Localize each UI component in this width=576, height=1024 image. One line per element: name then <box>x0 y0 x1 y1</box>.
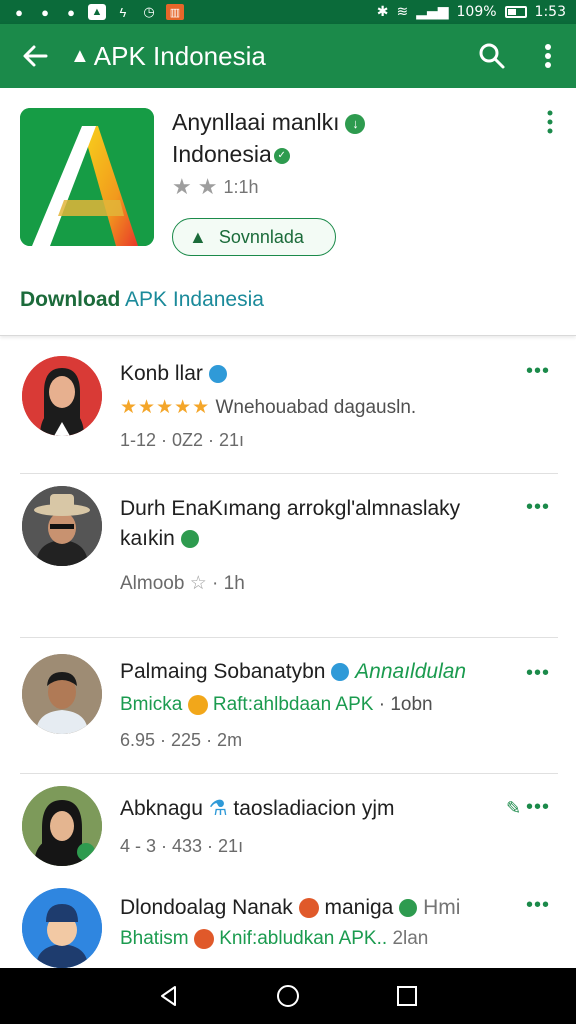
triangle-back-icon <box>161 986 177 1006</box>
battery-percent: 109% <box>456 4 497 20</box>
star-icon: ★ <box>197 174 218 199</box>
star-rating: ★★★★★ <box>120 397 211 418</box>
emoji-icon <box>193 928 214 949</box>
download-link-text: APK Indanesia <box>125 288 264 311</box>
review-item: Durh EnaKımang arrokgl'almnaslaky kaıkin… <box>0 474 576 638</box>
card-more-button[interactable] <box>538 110 562 141</box>
status-bar: ● ● ● ▲ ϟ ◷ ▥ ✱ ≋ ▂▄▆ 109% 1:53 <box>0 0 576 24</box>
overflow-menu-button[interactable] <box>520 24 576 88</box>
bluetooth-icon: ✱ <box>376 4 389 20</box>
app-name-line1: Anynllaai manlkı <box>172 109 340 135</box>
tree-icon: ▲ <box>189 226 207 247</box>
image-icon: ▲ <box>88 4 106 20</box>
install-button[interactable]: ▲ Sovnnlada <box>172 218 336 256</box>
search-icon <box>479 43 505 69</box>
verified-blue-icon <box>208 365 227 384</box>
review-author: Durh EnaKımang arrokgl'almnaslaky kaıkin <box>120 497 461 550</box>
review-meta: Almoob ☆ · 1h <box>120 573 245 594</box>
review-text: ★★★★★ Wnehouabad dagausln. <box>120 397 417 418</box>
app-icon: ● <box>67 4 75 20</box>
verified-small-icon: ✓ <box>273 147 290 164</box>
review-more-button[interactable]: ••• <box>526 796 550 819</box>
edit-icon[interactable]: ✎ <box>506 798 521 819</box>
review-author: Abknagu ⚗ taosladiacion yjm <box>120 797 395 820</box>
review-text: Bmicka Raft:ahlbdaan APK · 1obn <box>120 694 433 715</box>
avatar <box>22 486 102 566</box>
avatar <box>22 654 102 734</box>
review-item: Konb llar ★★★★★ Wnehouabad dagausln. 1-1… <box>0 336 576 474</box>
app-rating: ★ ★ 1:1h <box>172 174 259 200</box>
navigation-bar <box>0 968 576 1024</box>
app-name: Anynllaai manlkı ↓ Indonesia ✓ <box>172 106 512 170</box>
battery-icon <box>504 6 527 18</box>
avatar <box>22 786 102 866</box>
verified-green-icon <box>399 899 418 918</box>
search-button[interactable] <box>464 24 520 88</box>
app-rating-text: 1:1h <box>223 176 259 197</box>
more-vertical-icon <box>545 44 551 68</box>
signal-icon: ▂▄▆ <box>416 4 449 20</box>
back-button[interactable] <box>0 24 70 88</box>
back-arrow-icon <box>23 45 48 67</box>
wifi-icon: ≋ <box>396 4 409 20</box>
clock-time: 1:53 <box>534 4 566 20</box>
download-link-bold: Download <box>20 288 121 311</box>
star-icon: ★ <box>172 174 192 199</box>
review-item: Abknagu ⚗ taosladiacion yjm 4 - 3 · 433 … <box>0 774 576 886</box>
review-meta: 1-12 · 0Z2 · 21ı <box>120 430 245 450</box>
chat-icon: ● <box>15 4 23 20</box>
review-text: Bhatism Knif:abludkan APK.. 2lan <box>120 928 429 949</box>
page-title-text: APK Indonesia <box>93 40 266 71</box>
more-vertical-icon <box>547 110 553 134</box>
review-more-button[interactable]: ••• <box>526 496 550 519</box>
emoji-icon <box>298 898 319 919</box>
star-outline-icon: ☆ <box>189 573 207 594</box>
messenger-icon: ● <box>41 4 49 20</box>
review-author: Konb llar <box>120 362 227 386</box>
review-meta: 6.95 · 225 · 2m <box>120 730 243 750</box>
avatar <box>22 356 102 436</box>
emoji-icon <box>187 694 208 715</box>
app-name-line2: Indonesia <box>172 141 272 167</box>
verified-green-icon <box>180 530 199 549</box>
recents-square-icon <box>396 986 417 1006</box>
nav-recents-button[interactable] <box>379 968 435 1024</box>
flask-icon: ⚗ <box>208 797 228 820</box>
install-label: Sovnnlada <box>218 226 304 247</box>
review-more-button[interactable]: ••• <box>526 360 550 383</box>
review-more-button[interactable]: ••• <box>526 662 550 685</box>
nav-back-button[interactable] <box>141 968 197 1024</box>
page-title: ▲ APK Indonesia <box>70 41 266 72</box>
avatar <box>22 888 102 968</box>
review-list: Konb llar ★★★★★ Wnehouabad dagausln. 1-1… <box>0 336 576 968</box>
app-bar: ▲ APK Indonesia <box>0 24 576 88</box>
review-meta: 4 - 3 · 433 · 21ı <box>120 836 244 856</box>
review-item: Dlondoalag Nanak maniga Hmi Bhatism Knif… <box>0 886 576 968</box>
apk-logo-icon: ▲ <box>70 44 90 67</box>
chart-icon: ▥ <box>166 4 184 20</box>
verified-icon: ↓ <box>345 113 366 134</box>
download-link[interactable]: Download APK Indanesia <box>20 288 264 312</box>
review-author: Palmaing Sobanatybn Annaıldulan <box>120 660 467 683</box>
review-author: Dlondoalag Nanak maniga Hmi <box>120 896 461 919</box>
home-circle-icon <box>276 985 299 1007</box>
flash-icon: ϟ <box>119 4 127 20</box>
app-logo-icon <box>20 108 154 246</box>
app-header-card: Anynllaai manlkı ↓ Indonesia ✓ ★ ★ 1:1h ▲ … <box>0 88 576 336</box>
nav-home-button[interactable] <box>260 968 316 1024</box>
review-item: Palmaing Sobanatybn Annaıldulan Bmicka R… <box>0 638 576 774</box>
verified-blue-icon <box>331 663 350 682</box>
review-more-button[interactable]: ••• <box>526 894 550 917</box>
clock-icon: ◷ <box>143 4 155 19</box>
